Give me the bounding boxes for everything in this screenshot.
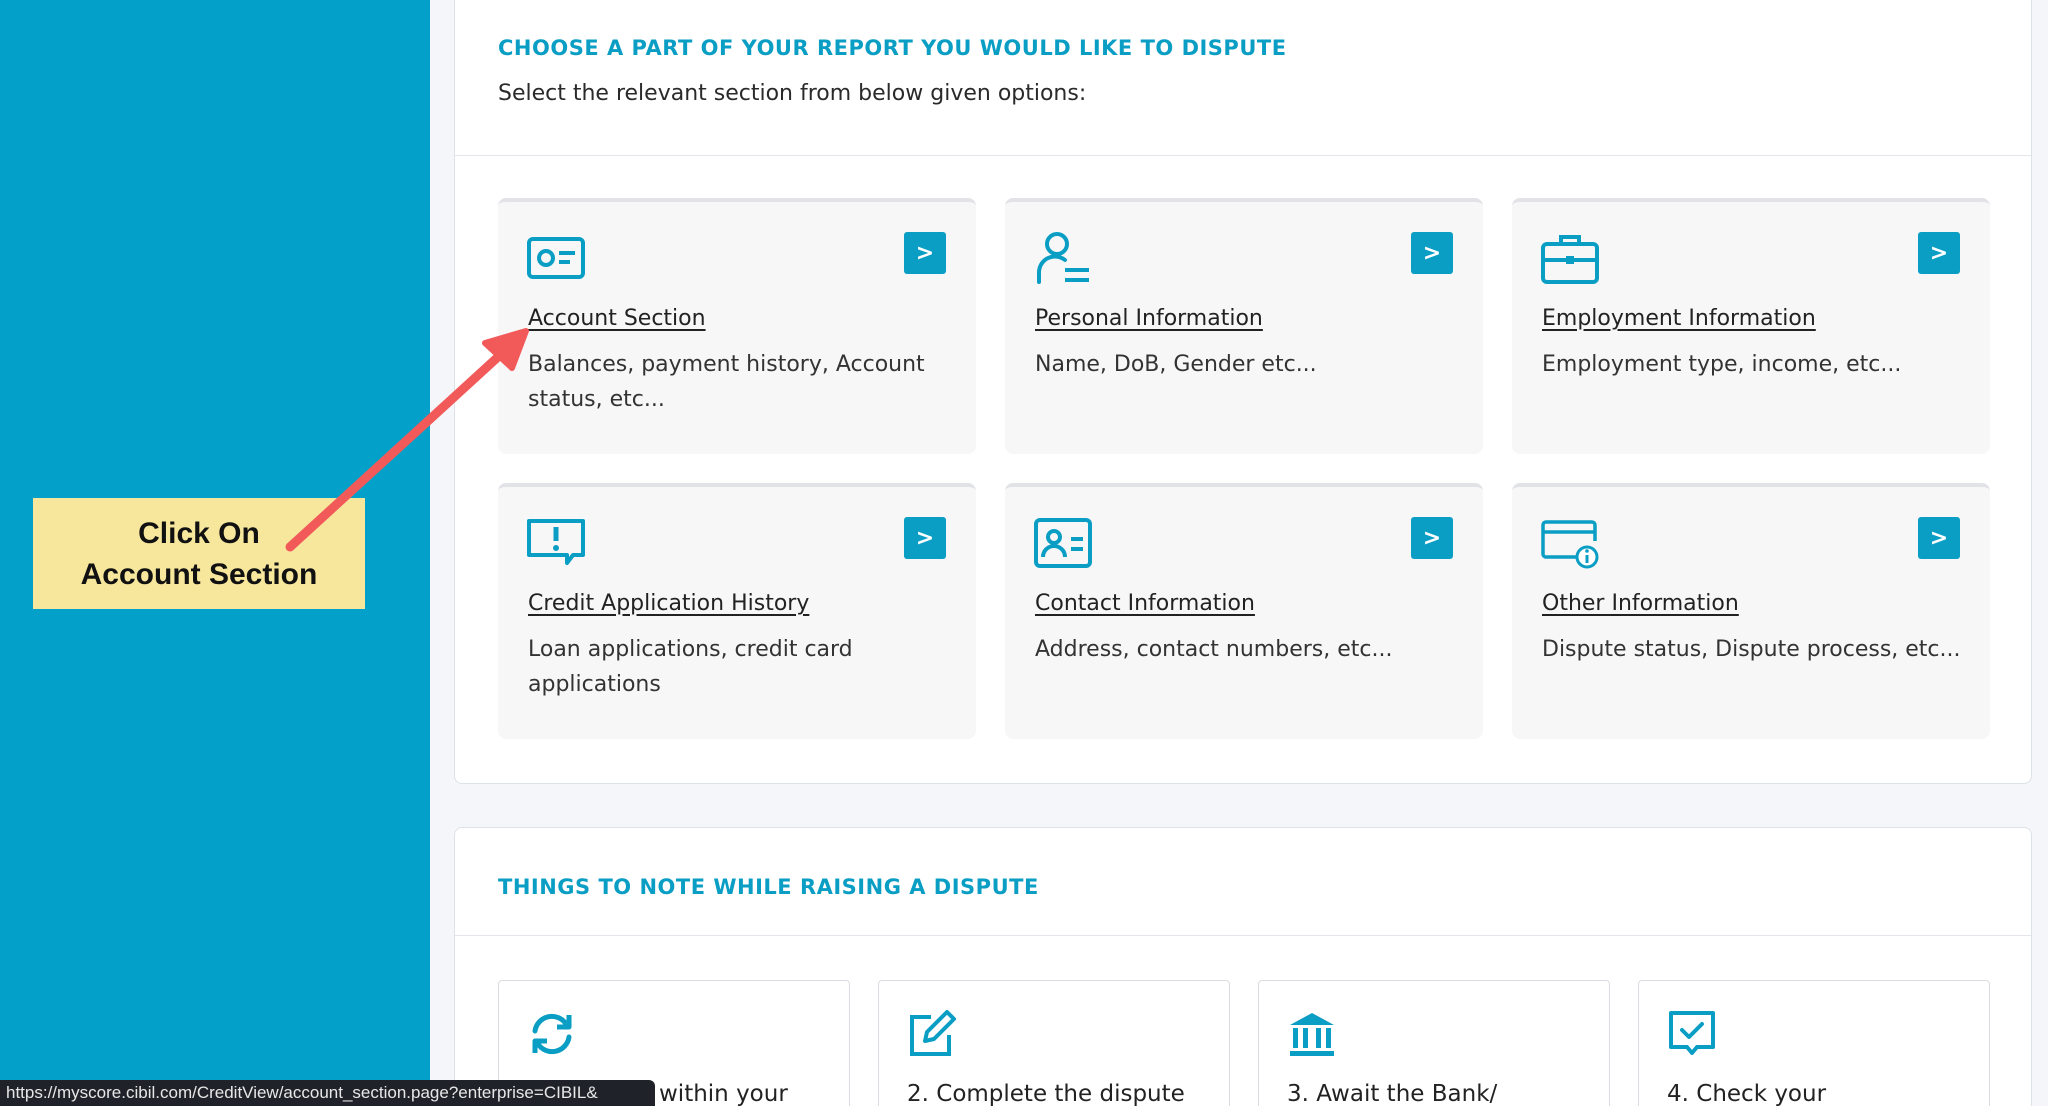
chevron-right-button[interactable]: > — [1411, 232, 1453, 274]
panel-title: CHOOSE A PART OF YOUR REPORT YOU WOULD L… — [498, 36, 1287, 60]
status-bar-url: https://myscore.cibil.com/CreditView/acc… — [0, 1080, 655, 1106]
chevron-right-button[interactable]: > — [1918, 517, 1960, 559]
dispute-section-panel: CHOOSE A PART OF YOUR REPORT YOU WOULD L… — [454, 0, 2032, 784]
card-description: Employment type, income, etc... — [1542, 352, 1902, 377]
bank-icon — [1290, 1013, 1334, 1056]
note-text: 2. Complete the dispute — [907, 1081, 1185, 1106]
person-list-icon — [1037, 232, 1089, 284]
card-account-section[interactable]: > Account Section Balances, payment hist… — [498, 198, 976, 454]
panel-header: THINGS TO NOTE WHILE RAISING A DISPUTE — [455, 828, 2031, 936]
note-card-4: 4. Check your — [1638, 980, 1990, 1106]
card-info-icon — [1541, 520, 1599, 569]
panel-header: CHOOSE A PART OF YOUR REPORT YOU WOULD L… — [455, 0, 2031, 156]
card-title[interactable]: Employment Information — [1542, 306, 1816, 331]
card-other-information[interactable]: > Other Information Dispute status, Disp… — [1512, 483, 1990, 739]
card-personal-information[interactable]: > Personal Information Name, DoB, Gender… — [1005, 198, 1483, 454]
card-description: Dispute status, Dispute process, etc... — [1542, 637, 1961, 662]
chevron-right-button[interactable]: > — [904, 232, 946, 274]
edit-icon — [910, 1010, 956, 1056]
card-description: Loan applications, credit card applicati… — [528, 637, 853, 697]
card-title[interactable]: Personal Information — [1035, 306, 1263, 331]
card-title[interactable]: Account Section — [528, 306, 706, 331]
briefcase-icon — [1541, 235, 1599, 284]
refresh-icon — [532, 1013, 572, 1055]
contact-card-icon — [1034, 518, 1092, 568]
chevron-right-button[interactable]: > — [1411, 517, 1453, 559]
card-contact-information[interactable]: > Contact Information Address, contact n… — [1005, 483, 1483, 739]
card-description: Name, DoB, Gender etc... — [1035, 352, 1317, 377]
chevron-right-button[interactable]: > — [1918, 232, 1960, 274]
id-card-icon — [527, 237, 585, 279]
card-title[interactable]: Contact Information — [1035, 591, 1255, 616]
panel-title: THINGS TO NOTE WHILE RAISING A DISPUTE — [498, 875, 1039, 899]
card-credit-application-history[interactable]: > Credit Application History Loan applic… — [498, 483, 976, 739]
checkbox-message-icon — [1669, 1011, 1715, 1055]
note-text: 4. Check your — [1667, 1081, 1827, 1106]
card-title[interactable]: Credit Application History — [528, 591, 809, 616]
card-employment-information[interactable]: > Employment Information Employment type… — [1512, 198, 1990, 454]
card-title[interactable]: Other Information — [1542, 591, 1739, 616]
note-text: within your — [659, 1081, 788, 1106]
note-card-3: 3. Await the Bank/ — [1258, 980, 1610, 1106]
panel-subtitle: Select the relevant section from below g… — [498, 81, 1087, 106]
chevron-right-button[interactable]: > — [904, 517, 946, 559]
alert-message-icon — [527, 519, 585, 565]
callout-line-1: Click On — [138, 516, 260, 550]
card-description: Balances, payment history, Account statu… — [528, 352, 925, 412]
note-card-2: 2. Complete the dispute — [878, 980, 1230, 1106]
card-description: Address, contact numbers, etc... — [1035, 637, 1393, 662]
callout-annotation: Click On Account Section — [33, 498, 365, 609]
note-text: 3. Await the Bank/ — [1287, 1081, 1498, 1106]
callout-line-2: Account Section — [80, 557, 318, 591]
